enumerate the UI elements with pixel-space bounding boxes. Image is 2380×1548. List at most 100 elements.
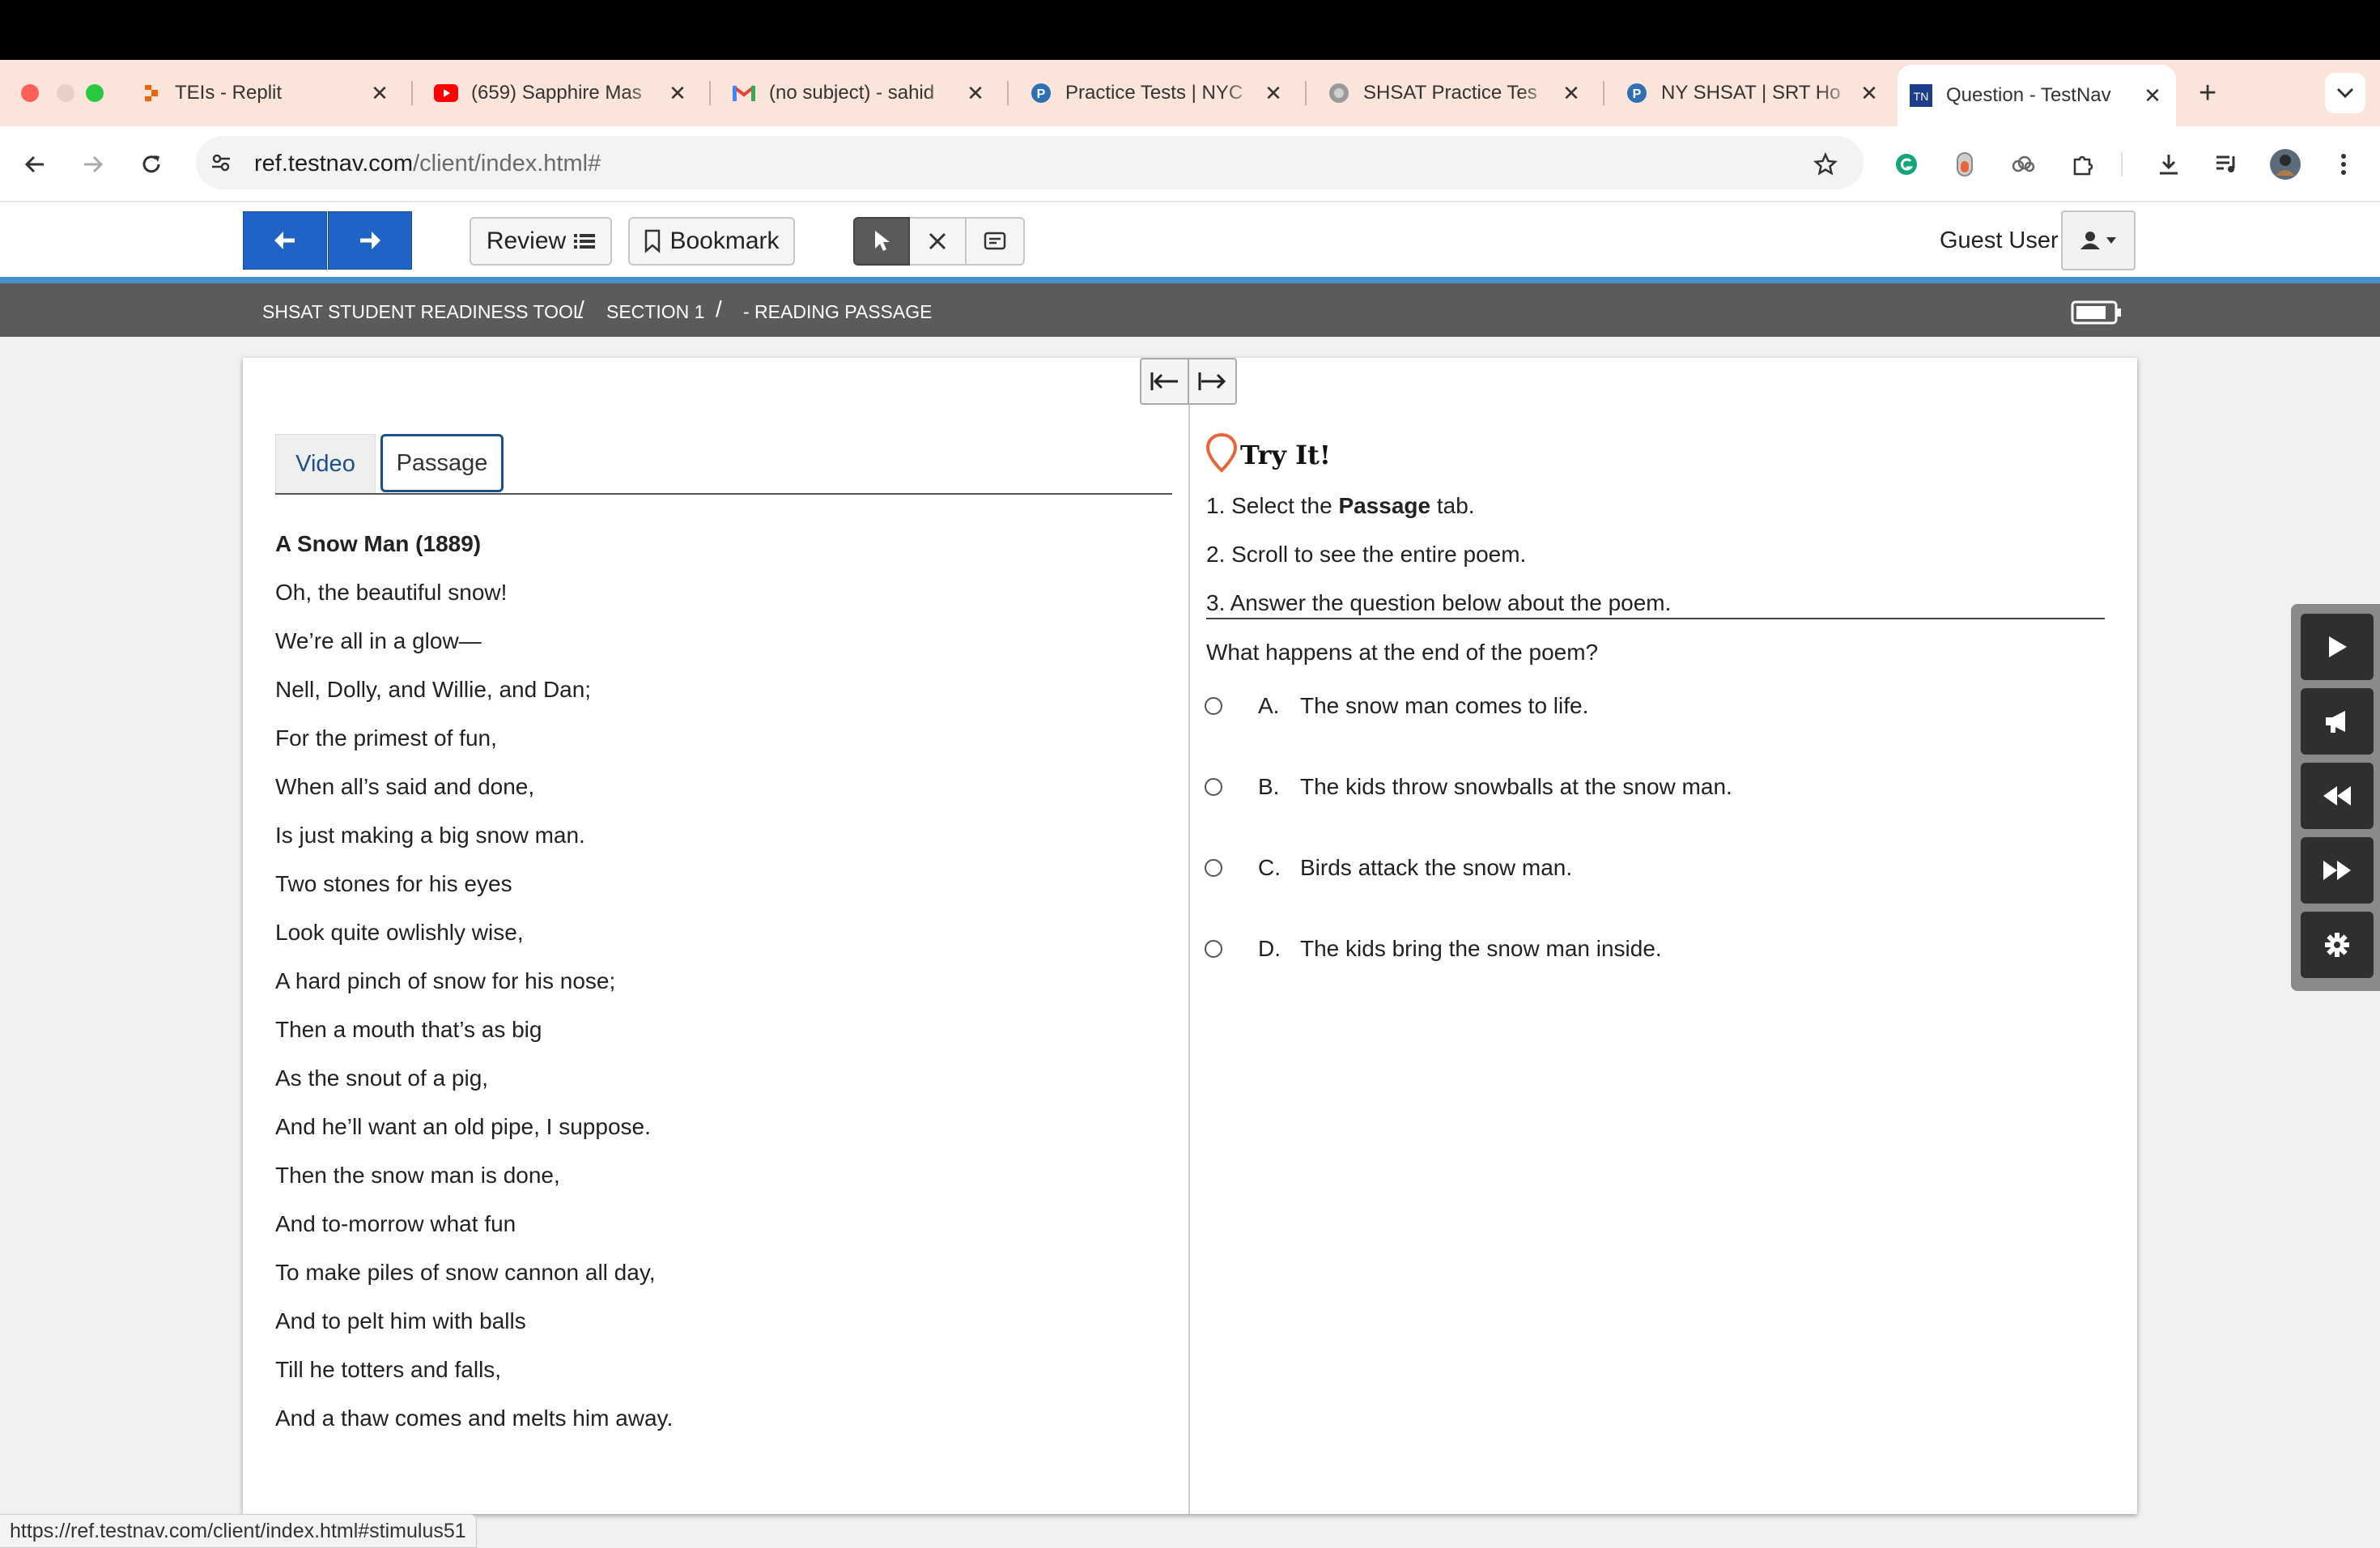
browser-tab[interactable]: P NY SHSAT | SRT Ho ✕ [1614,70,1893,117]
extensions-menu-button[interactable] [2066,147,2100,181]
poem-line: We’re all in a glow— [275,628,482,653]
back-button[interactable] [18,147,52,181]
browser-tab[interactable]: P Practice Tests | NYC ✕ [1018,70,1297,117]
gmail-icon [732,83,756,103]
browser-tab-active[interactable]: TN Question - TestNav ✕ [1898,65,2176,126]
guest-user-label: Guest User [1940,228,2059,253]
reload-button[interactable] [134,147,168,181]
browser-tab[interactable]: SHSAT Practice Tes ✕ [1316,70,1595,117]
poem-line: Till he totters and falls, [275,1357,502,1382]
maximize-window-button[interactable] [86,84,104,102]
new-tab-button[interactable]: + [2199,76,2216,111]
notepad-button[interactable] [967,217,1025,266]
testnav-icon: TN [1909,83,1933,108]
instruction-text: tab. [1430,493,1475,518]
cursor-icon [872,229,891,253]
browser-tab[interactable]: (659) Sapphire Mas ✕ [423,70,701,117]
media-controls-button[interactable] [2210,147,2244,181]
close-window-button[interactable] [21,84,39,102]
fast-forward-button[interactable] [2301,837,2374,904]
expand-left-button[interactable] [1141,359,1189,403]
bookmark-label: Bookmark [669,228,780,254]
p-circle-icon: P [1030,82,1052,104]
close-tab-icon[interactable]: ✕ [665,81,690,106]
user-menu-button[interactable] [2061,211,2136,270]
url-text[interactable]: ref.testnav.com/client/index.html# [254,151,601,177]
url-path: /client/index.html# [413,151,601,176]
radio-button[interactable] [1205,859,1222,877]
poem-line: To make piles of snow cannon all day, [275,1260,656,1285]
close-tab-icon[interactable]: ✕ [1261,81,1286,106]
next-button[interactable] [328,211,412,270]
poem-line: Two stones for his eyes [275,871,512,896]
site-info-icon[interactable] [207,149,235,176]
replit-icon [141,83,162,104]
grammarly-extension-button[interactable] [1889,147,1923,181]
close-tab-icon[interactable]: ✕ [1857,81,1881,106]
arrow-right-icon [81,152,105,176]
close-tab-icon[interactable]: ✕ [2140,83,2165,108]
tab-title: TEIs - Replit [175,82,283,104]
tabs-underline [275,493,1172,495]
close-tab-icon[interactable]: ✕ [368,81,392,106]
reload-icon [139,152,164,176]
minimize-window-button[interactable] [57,84,74,102]
close-tab-icon[interactable]: ✕ [963,81,988,106]
radio-button[interactable] [1205,697,1222,715]
poem-line: And to-morrow what fun [275,1211,516,1236]
settings-button[interactable] [2301,912,2374,978]
choice-text: The snow man comes to life. [1300,693,1589,718]
choice-text: Birds attack the snow man. [1300,855,1573,880]
tab-title: (no subject) - sahid [769,82,935,104]
extension-button[interactable] [1948,147,1982,181]
instruction-step-3: 3. Answer the question below about the p… [1206,590,1672,615]
kebab-menu-icon [2340,152,2348,176]
forward-button[interactable] [76,147,110,181]
play-button[interactable] [2301,614,2374,680]
bookmark-star-button[interactable] [1808,147,1842,181]
rewind-button[interactable] [2301,763,2374,829]
expand-right-button[interactable] [1189,359,1235,403]
announce-button[interactable] [2301,688,2374,755]
extension-button[interactable] [2006,147,2040,181]
answer-eliminator-button[interactable] [910,217,967,266]
gear-icon [2324,932,2350,958]
answer-choice-d[interactable]: D. The kids bring the snow man inside. [1205,931,1662,967]
answer-choice-b[interactable]: B. The kids throw snowballs at the snow … [1205,769,1732,805]
pointer-tool-button[interactable] [853,217,910,266]
downloads-button[interactable] [2152,147,2186,181]
previous-button[interactable] [243,211,327,270]
answer-choice-a[interactable]: A. The snow man comes to life. [1205,688,1588,724]
tab-separator [709,81,711,105]
tab-search-button[interactable] [2325,73,2365,113]
browser-tab[interactable]: (no subject) - sahid ✕ [720,70,999,117]
p-circle-icon: P [1626,82,1648,104]
instruction-text: 1. Select the [1206,493,1339,518]
tab-separator [411,81,413,105]
tab-passage[interactable]: Passage [380,434,504,492]
tab-title: Practice Tests | NYC [1065,82,1243,104]
play-icon [2325,634,2349,660]
browser-menu-button[interactable] [2327,147,2361,181]
browser-tab[interactable]: TEIs - Replit ✕ [130,70,403,117]
tab-video[interactable]: Video [275,434,376,494]
choice-letter: D. [1258,936,1281,961]
instruction-step-1: 1. Select the Passage tab. [1206,493,1475,519]
tab-title: SHSAT Practice Tes [1363,82,1537,104]
breadcrumb-separator: / [578,296,584,321]
poem-line: Is just making a big snow man. [275,823,585,848]
list-icon [574,232,596,250]
tab-separator [1007,81,1009,105]
battery-icon [2071,300,2123,325]
review-button[interactable]: Review [470,217,612,266]
choice-letter: C. [1258,855,1281,880]
close-tab-icon[interactable]: ✕ [1559,81,1583,106]
choice-letter: B. [1258,774,1280,799]
radio-button[interactable] [1205,778,1222,796]
pane-resize-controls [1140,358,1237,405]
radio-button[interactable] [1205,940,1222,958]
profile-button[interactable] [2268,147,2302,181]
item-panel [243,358,2137,1514]
bookmark-button[interactable]: Bookmark [628,217,795,266]
answer-choice-c[interactable]: C. Birds attack the snow man. [1205,850,1572,886]
